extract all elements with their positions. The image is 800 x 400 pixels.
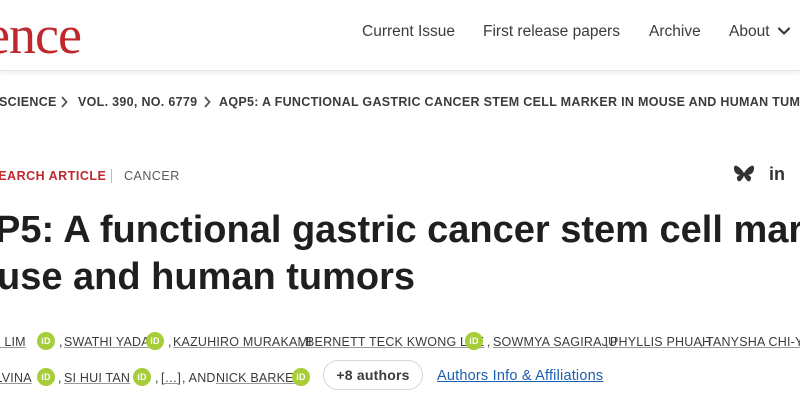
- orcid-icon[interactable]: iD: [146, 332, 164, 350]
- article-meta: RESEARCH ARTICLE CANCER: [0, 167, 800, 185]
- breadcrumb-science[interactable]: SCIENCE: [0, 93, 57, 111]
- author-link[interactable]: TANYSHA CHI-YIN: [706, 334, 800, 350]
- author-link[interactable]: PHYLLIS PHUAH: [610, 334, 711, 350]
- author-separator: ,: [155, 371, 159, 385]
- author-link[interactable]: ALVINA: [0, 370, 32, 386]
- author-link[interactable]: JOSEPHINE LIM: [0, 334, 26, 350]
- orcid-icon[interactable]: iD: [133, 368, 151, 386]
- nav-current-issue[interactable]: Current Issue: [362, 22, 455, 42]
- author-separator: ,: [300, 335, 304, 349]
- title-line-2: mouse and human tumors: [0, 256, 416, 298]
- chevron-right-icon: [61, 96, 68, 108]
- site-header: Science Current Issue First release pape…: [0, 0, 800, 71]
- author-link[interactable]: BERNETT TECK KWONG LEE: [306, 334, 484, 350]
- nav-archive[interactable]: Archive: [649, 22, 701, 42]
- author-separator: ,: [59, 335, 63, 349]
- nav-about[interactable]: About: [729, 22, 791, 42]
- breadcrumb-article: AQP5: A FUNCTIONAL GASTRIC CANCER STEM C…: [219, 95, 800, 109]
- author-list: JOSEPHINE LIM iD , SWATHI YADA iD , KAZU…: [0, 332, 800, 400]
- chevron-right-icon: [204, 96, 211, 108]
- author-link[interactable]: KAZUHIRO MURAKAMI: [173, 334, 312, 350]
- chevron-down-icon: [777, 27, 790, 35]
- article-subject[interactable]: CANCER: [124, 167, 180, 185]
- orcid-icon[interactable]: iD: [37, 332, 55, 350]
- linkedin-icon[interactable]: in: [769, 163, 785, 185]
- author-separator: ,: [168, 335, 172, 349]
- orcid-icon[interactable]: iD: [37, 368, 55, 386]
- butterfly-icon[interactable]: [733, 164, 755, 184]
- breadcrumb-volume[interactable]: VOL. 390, NO. 6779: [78, 93, 197, 111]
- author-link[interactable]: SWATHI YADA: [64, 334, 150, 350]
- authors-ellipsis-link[interactable]: […]: [161, 370, 181, 386]
- author-separator: ,: [700, 335, 704, 349]
- author-separator: ,: [58, 371, 62, 385]
- author-separator: ,: [605, 335, 609, 349]
- author-link[interactable]: NICK BARKER: [216, 370, 303, 386]
- orcid-icon[interactable]: iD: [465, 332, 483, 350]
- nav-about-label: About: [729, 23, 770, 40]
- article-page: Science Current Issue First release pape…: [0, 0, 800, 400]
- author-link[interactable]: SI HUI TAN: [64, 370, 130, 386]
- author-and-text: , AND: [182, 371, 216, 385]
- authors-info-affiliations-link[interactable]: Authors Info & Affiliations: [437, 367, 603, 385]
- main-nav: Current Issue First release papers Archi…: [0, 22, 800, 46]
- title-line-1: AQP5: A functional gastric cancer stem c…: [0, 209, 800, 251]
- more-authors-button[interactable]: +8 authors: [323, 360, 423, 390]
- orcid-icon[interactable]: iD: [292, 368, 310, 386]
- author-separator: ,: [487, 335, 491, 349]
- breadcrumb: SCIENCE VOL. 390, NO. 6779 AQP5: A FUNCT…: [0, 93, 800, 111]
- meta-divider: [111, 169, 112, 183]
- article-type[interactable]: RESEARCH ARTICLE: [0, 167, 106, 185]
- nav-first-release-papers[interactable]: First release papers: [483, 22, 620, 42]
- author-link[interactable]: SOWMYA SAGIRAJU: [493, 334, 617, 350]
